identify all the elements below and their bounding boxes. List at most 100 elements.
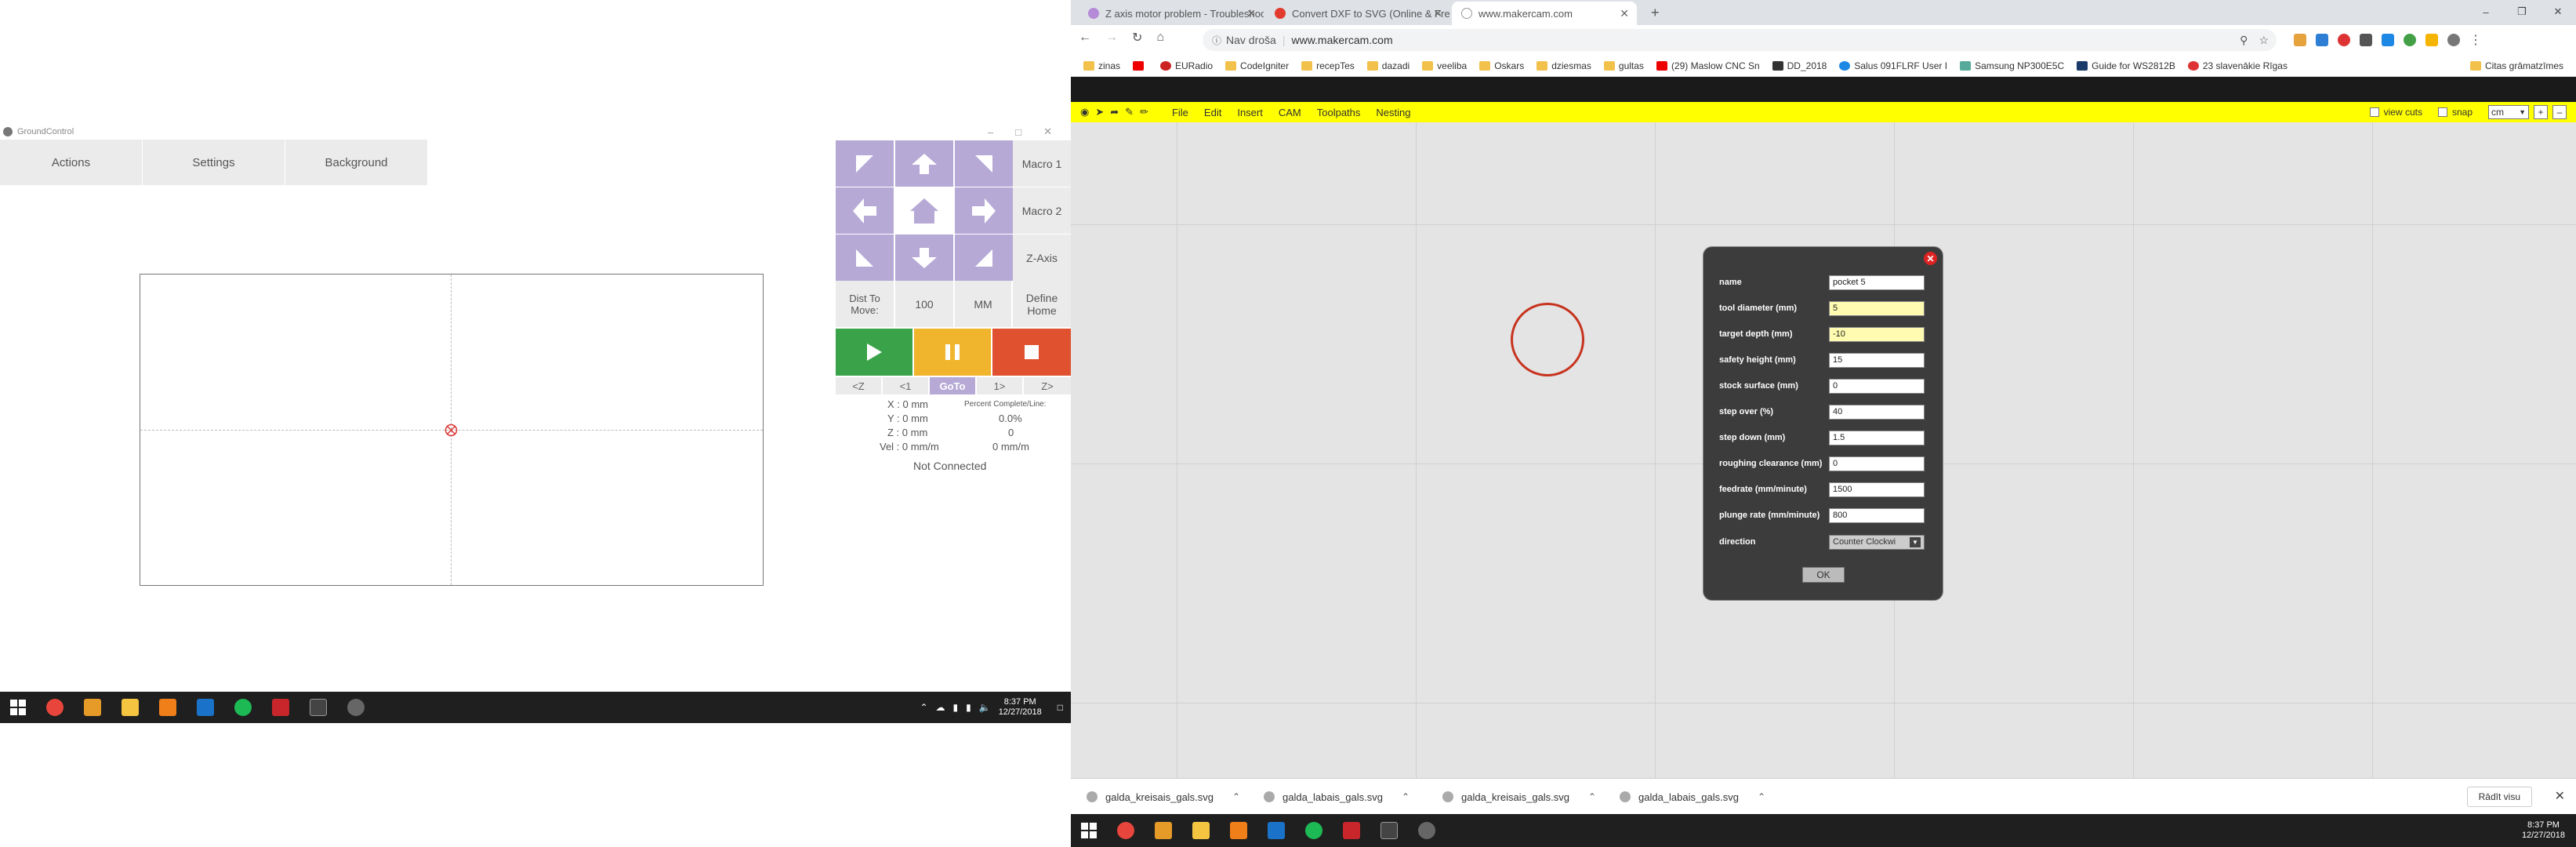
battery-icon[interactable]: ▮ <box>953 702 959 713</box>
step-over-input[interactable]: 40 <box>1829 404 1925 420</box>
address-bar[interactable]: ⓘ Nav droša | www.makercam.com ⚲ ☆ <box>1203 29 2277 51</box>
actions-button[interactable]: Actions <box>0 140 143 185</box>
spotify-icon[interactable] <box>1305 822 1322 839</box>
chevron-up-icon[interactable]: ⌃ <box>1232 791 1240 802</box>
background-button[interactable]: Background <box>285 140 428 185</box>
circle-shape[interactable] <box>1511 303 1584 376</box>
goto-button[interactable]: GoTo <box>930 377 975 394</box>
extension-6-icon[interactable] <box>2404 34 2416 46</box>
pen-tool-icon[interactable]: ✎ <box>1125 106 1134 118</box>
jog-down-button[interactable] <box>895 234 953 281</box>
minimize-icon[interactable]: – <box>2468 6 2504 18</box>
extension-3-icon[interactable] <box>2338 34 2350 46</box>
file-explorer-icon[interactable] <box>1192 822 1210 839</box>
windows-start-icon[interactable] <box>9 699 27 716</box>
jog-down-left-button[interactable] <box>836 234 894 281</box>
jog-down-right-button[interactable] <box>955 234 1013 281</box>
download-item[interactable]: galda_labais_gals.svg ⌃ <box>1620 779 1765 815</box>
menu-nesting[interactable]: Nesting <box>1376 107 1410 118</box>
step-down-input[interactable]: 1.5 <box>1829 430 1925 445</box>
stop-button[interactable] <box>992 329 1071 376</box>
bookmark-item[interactable]: 23 slavenākie Rīgas <box>2187 60 2288 71</box>
minimize-icon[interactable]: – <box>988 126 993 138</box>
new-tab-icon[interactable]: + <box>1651 5 1660 21</box>
download-item[interactable]: galda_labais_gals.svg ⌃ <box>1264 779 1410 815</box>
tab-z-axis[interactable]: Z axis motor problem - Troubleshooting ✕ <box>1079 2 1264 25</box>
bookmark-item[interactable]: EURadio <box>1160 60 1213 71</box>
sublime-icon[interactable] <box>84 699 101 716</box>
extension-2-icon[interactable] <box>2316 34 2328 46</box>
tab-makercam[interactable]: www.makercam.com ✕ <box>1452 2 1637 25</box>
close-icon[interactable]: ✕ <box>2540 5 2576 18</box>
play-button[interactable] <box>836 329 912 376</box>
volume-icon[interactable]: 🔈 <box>979 702 991 713</box>
chevron-up-icon[interactable]: ⌃ <box>1758 791 1765 802</box>
other-bookmarks[interactable]: Citas grāmatzīmes <box>2469 60 2563 71</box>
gcode-canvas[interactable] <box>140 274 764 586</box>
jog-up-right-button[interactable] <box>955 140 1013 187</box>
bookmark-item[interactable]: Guide for WS2812B <box>2077 60 2175 71</box>
bookmark-item[interactable]: (29) Maslow CNC Sn <box>1656 60 1760 71</box>
pause-button[interactable] <box>914 329 991 376</box>
dist-input[interactable]: 100 <box>895 281 953 327</box>
close-tab-icon[interactable]: ✕ <box>1246 7 1256 20</box>
jog-right-button[interactable] <box>955 187 1013 234</box>
forward-icon[interactable]: → <box>1105 31 1118 45</box>
bookmark-item[interactable]: recepTes <box>1301 60 1355 71</box>
tab-convert-dxf[interactable]: Convert DXF to SVG (Online & Free) ✕ <box>1265 2 1450 25</box>
bookmark-item[interactable]: Salus 091FLRF User I <box>1839 60 1947 71</box>
unit-select[interactable]: cm ▼ <box>2488 105 2529 119</box>
macro-1-button[interactable]: Macro 1 <box>1013 140 1071 187</box>
menu-dots-icon[interactable]: ⋮ <box>2469 32 2482 48</box>
name-input[interactable]: pocket 5 <box>1829 274 1925 290</box>
tool-diameter-input[interactable]: 5 <box>1829 300 1925 316</box>
bookmark-item[interactable]: DD_2018 <box>1772 60 1827 71</box>
sublime-icon[interactable] <box>1155 822 1172 839</box>
line-forward-button[interactable]: 1> <box>977 377 1022 394</box>
vlc-icon[interactable] <box>1230 822 1247 839</box>
download-item[interactable]: galda_kreisais_gals.svg ⌃ <box>1442 779 1596 815</box>
view-cuts-checkbox[interactable] <box>2369 107 2379 117</box>
cloud-icon[interactable]: ☁ <box>936 702 945 713</box>
windows-start-icon[interactable] <box>1080 822 1098 839</box>
chevron-up-icon[interactable]: ⌃ <box>1402 791 1410 802</box>
z-minus-button[interactable]: <Z <box>836 377 881 394</box>
outlook-icon[interactable] <box>1268 822 1285 839</box>
game-app-icon[interactable] <box>1343 822 1360 839</box>
home-icon[interactable]: ⌂ <box>1156 31 1164 45</box>
safety-height-input[interactable]: 15 <box>1829 352 1925 368</box>
outlook-icon[interactable] <box>197 699 214 716</box>
jog-up-button[interactable] <box>895 140 953 187</box>
jog-home-button[interactable] <box>895 187 953 234</box>
chrome-icon[interactable] <box>1117 822 1134 839</box>
lightbulb-icon[interactable]: ◉ <box>1080 106 1089 118</box>
menu-insert[interactable]: Insert <box>1237 107 1263 118</box>
bookmark-item[interactable]: dazadi <box>1366 60 1410 71</box>
extension-1-icon[interactable] <box>2294 34 2306 46</box>
bookmark-star-icon[interactable]: ☆ <box>2259 34 2269 47</box>
pointer-tool-icon[interactable]: ➤ <box>1095 106 1104 118</box>
extension-5-icon[interactable] <box>2382 34 2394 46</box>
snap-checkbox[interactable] <box>2437 107 2447 117</box>
info-icon[interactable]: ⓘ <box>1212 34 1221 47</box>
profile-avatar[interactable] <box>2447 34 2460 46</box>
file-explorer-icon[interactable] <box>122 699 139 716</box>
zoom-in-button[interactable]: + <box>2534 105 2548 119</box>
zoom-out-button[interactable]: – <box>2552 105 2567 119</box>
clock[interactable]: 8:37 PM 12/27/2018 <box>999 697 1042 718</box>
settings-button[interactable]: Settings <box>143 140 285 185</box>
network-icon[interactable]: ▮ <box>966 702 971 713</box>
menu-toolpaths[interactable]: Toolpaths <box>1317 107 1361 118</box>
chevron-up-icon[interactable]: ⌃ <box>1588 791 1596 802</box>
extension-4-icon[interactable] <box>2360 34 2372 46</box>
macro-2-button[interactable]: Macro 2 <box>1013 187 1071 234</box>
direction-select[interactable]: Counter Clockwi ▼ <box>1829 534 1925 550</box>
extension-7-icon[interactable] <box>2425 34 2438 46</box>
units-button[interactable]: MM <box>955 281 1011 327</box>
close-icon[interactable]: ✕ <box>2555 788 2565 804</box>
reload-icon[interactable]: ↻ <box>1132 30 1142 45</box>
menu-cam[interactable]: CAM <box>1279 107 1301 118</box>
close-icon[interactable]: ✕ <box>1043 125 1052 138</box>
vlc-icon[interactable] <box>159 699 176 716</box>
download-item[interactable]: galda_kreisais_gals.svg ⌃ <box>1087 779 1240 815</box>
